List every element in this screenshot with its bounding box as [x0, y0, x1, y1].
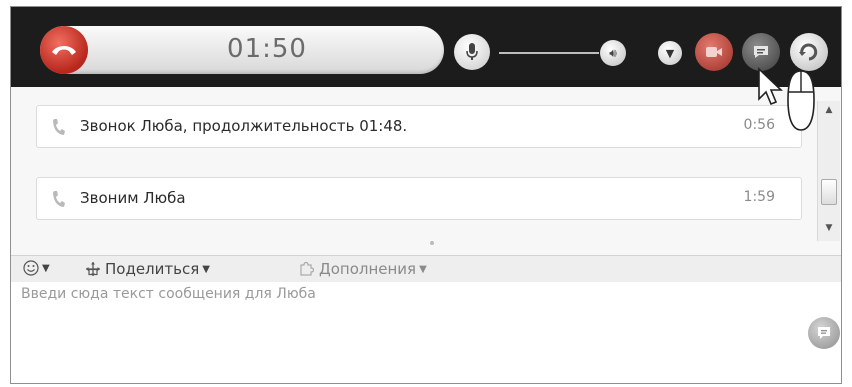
message-input[interactable]	[19, 284, 783, 368]
share-button[interactable]: Поделиться ▼	[85, 260, 210, 278]
emoticons-button[interactable]: ▼	[23, 260, 50, 276]
scroll-up-arrow-icon[interactable]: ▲	[821, 105, 837, 119]
smiley-icon	[23, 260, 39, 276]
call-control-bar: 01:50 🔊︎ ▼	[11, 7, 841, 98]
scrollbar-thumb[interactable]	[821, 179, 837, 205]
share-label: Поделиться	[105, 260, 200, 278]
chevron-down-icon: ▼	[665, 46, 675, 60]
chevron-down-icon: ▼	[419, 263, 427, 275]
list-item[interactable]: Звонок Люба, продолжительность 01:48. 0:…	[36, 105, 802, 148]
chat-bubble-icon	[754, 46, 768, 58]
send-button[interactable]	[808, 317, 840, 349]
mouse-pointer-icon	[758, 67, 783, 106]
list-item[interactable]: Звоним Люба 1:59	[36, 177, 802, 220]
chevron-down-icon: ▼	[202, 263, 210, 275]
extras-button[interactable]: Дополнения ▼	[298, 260, 427, 278]
message-text: Звонок Люба, продолжительность 01:48.	[80, 117, 408, 135]
chevron-down-icon: ▼	[42, 262, 50, 274]
volume-slider-handle[interactable]: 🔊︎	[600, 40, 626, 66]
puzzle-icon	[300, 261, 314, 276]
microphone-icon	[466, 43, 478, 60]
video-button[interactable]	[695, 33, 733, 71]
scroll-down-arrow-icon[interactable]: ▼	[821, 223, 837, 237]
share-icon	[86, 262, 100, 276]
hangup-button[interactable]	[40, 26, 88, 74]
message-text: Звоним Люба	[80, 189, 186, 207]
reconnect-button[interactable]	[790, 33, 828, 71]
compose-toolbar: ▼ Поделиться ▼ Дополнения ▼	[11, 255, 841, 283]
volume-slider-track[interactable]	[499, 52, 599, 54]
call-options-button[interactable]: ▼	[658, 41, 682, 65]
message-time: 1:59	[743, 189, 775, 205]
message-time: 0:56	[743, 117, 775, 133]
chat-button[interactable]	[742, 33, 780, 71]
call-timer: 01:50	[227, 34, 307, 64]
microphone-button[interactable]	[454, 34, 490, 70]
call-window: 01:50 🔊︎ ▼ Звонок Люба, продолжительност…	[10, 6, 842, 384]
phone-icon	[53, 191, 65, 207]
video-camera-icon	[706, 47, 722, 57]
mouse-click-icon	[787, 70, 815, 131]
refresh-icon	[799, 43, 818, 61]
speaker-icon: 🔊︎	[609, 45, 617, 60]
phone-icon	[53, 119, 65, 135]
extras-label: Дополнения	[319, 260, 417, 278]
send-message-icon	[818, 327, 830, 339]
compose-area	[11, 282, 841, 383]
splitter-handle[interactable]	[430, 241, 434, 245]
phone-hangup-icon	[52, 46, 76, 55]
scrollbar[interactable]: ▲ ▼	[817, 101, 840, 241]
message-history: Звонок Люба, продолжительность 01:48. 0:…	[11, 87, 841, 255]
